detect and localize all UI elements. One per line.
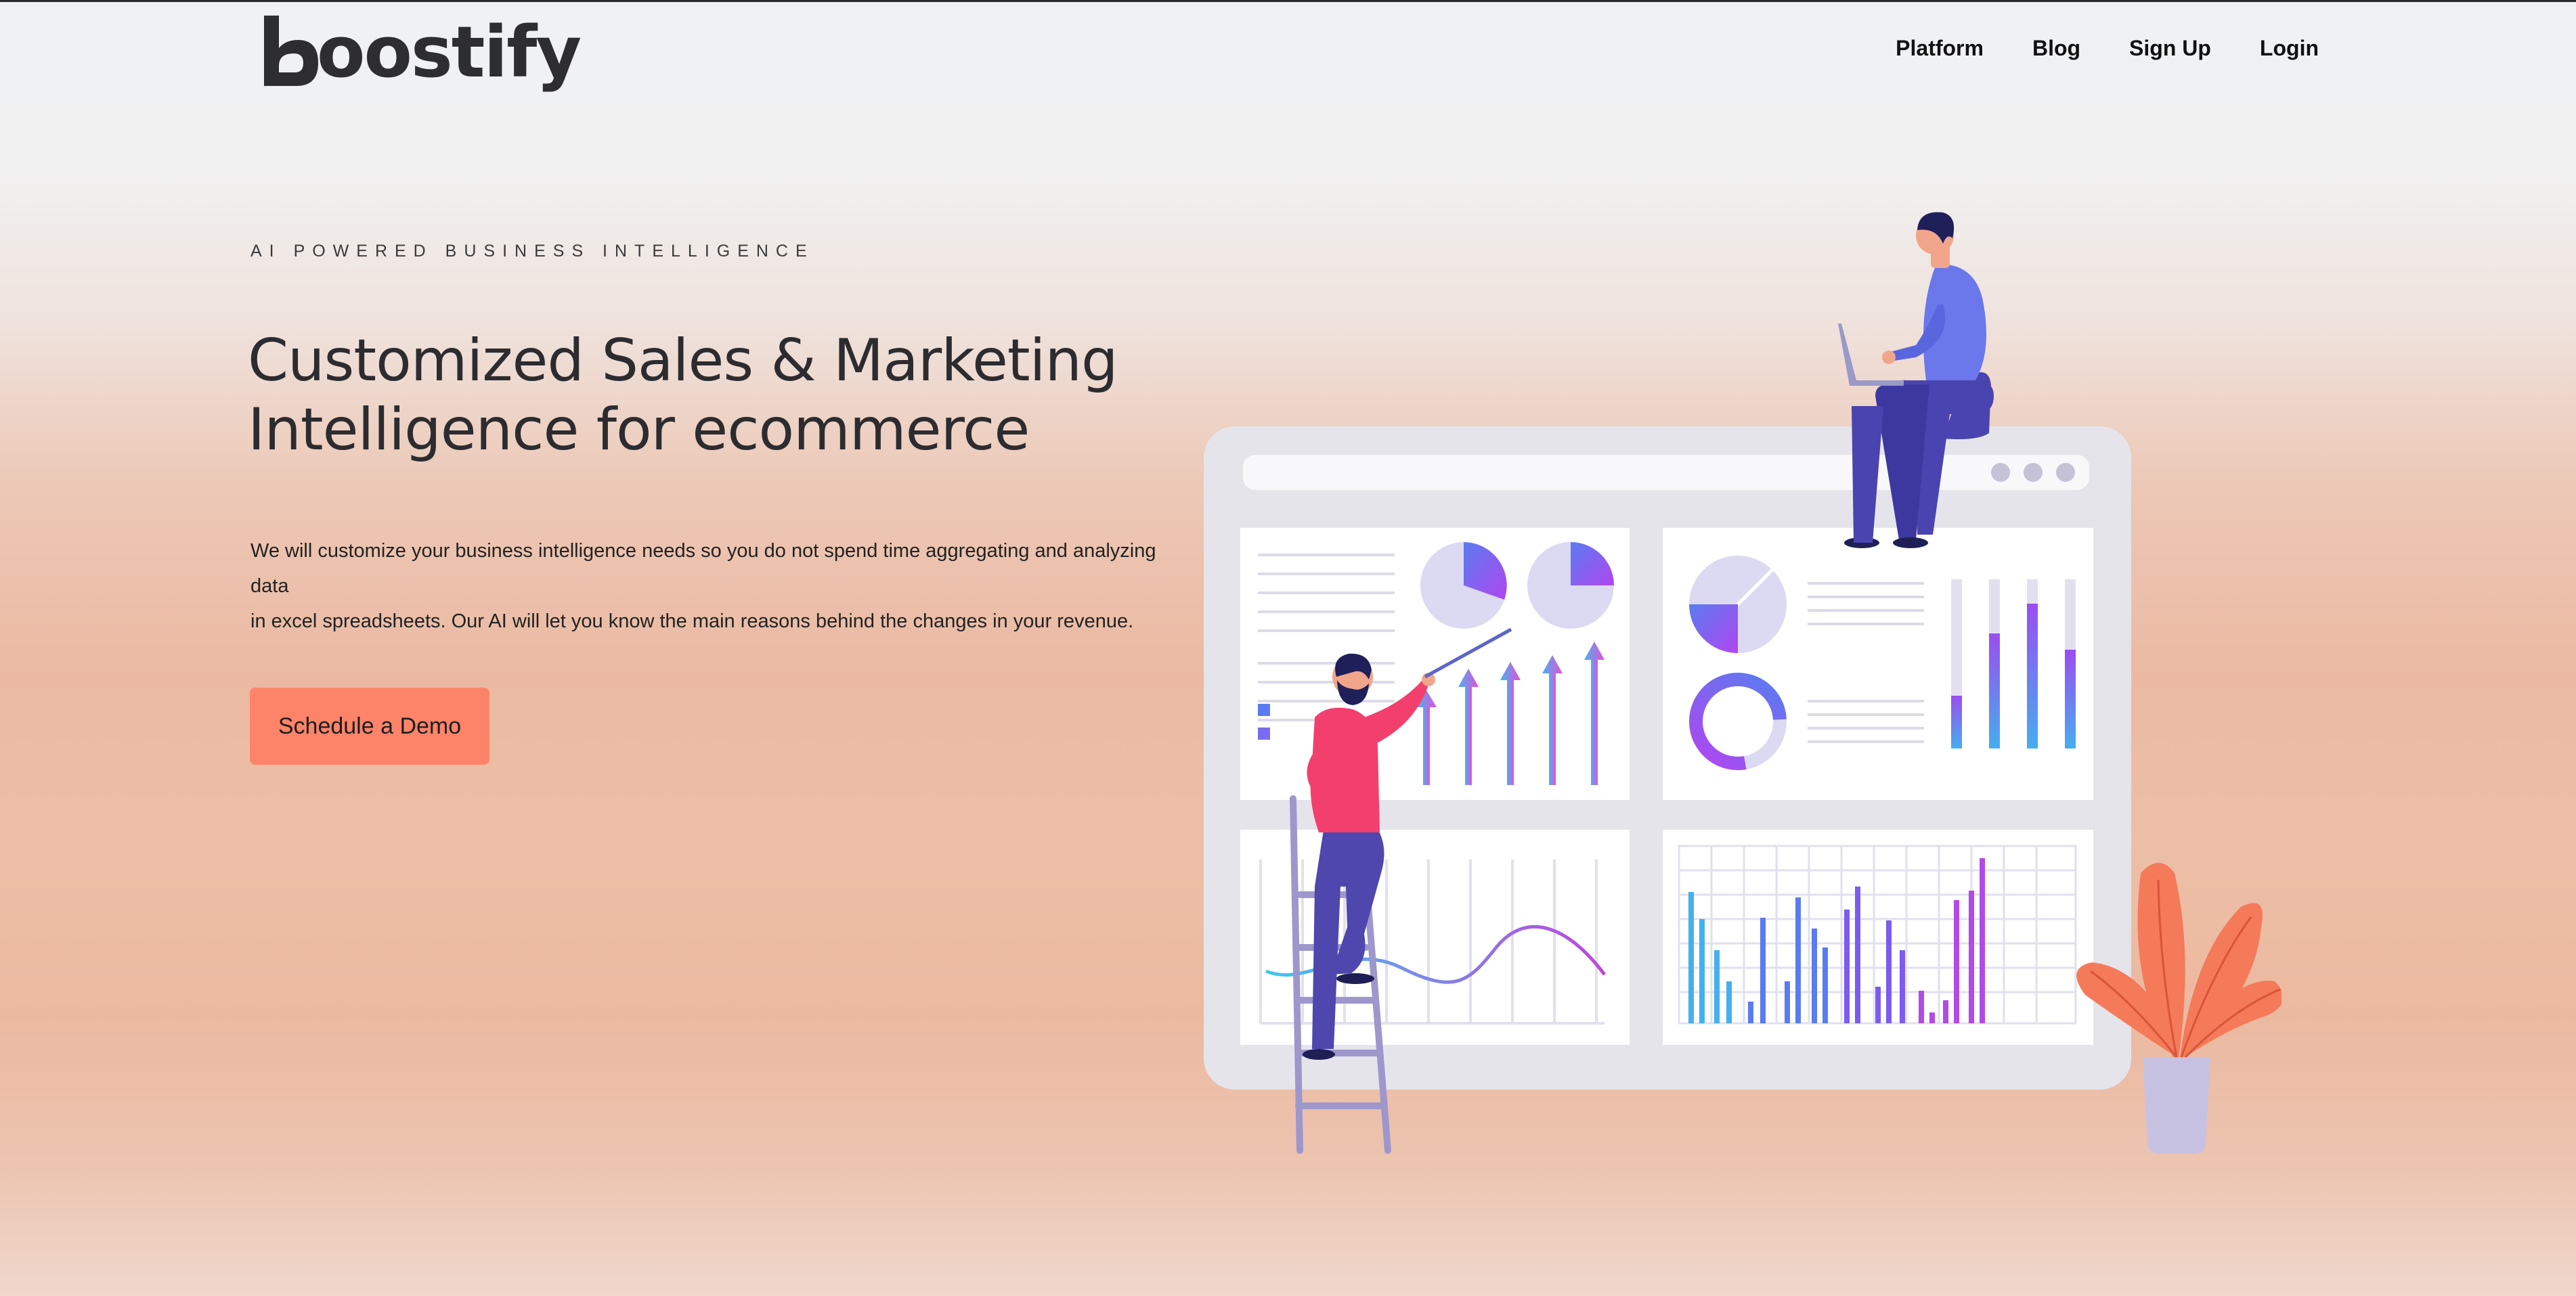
hero-eyebrow: AI POWERED BUSINESS INTELLIGENCE [250, 242, 814, 261]
description-line-1: We will customize your business intellig… [250, 540, 1156, 597]
logo-mark-icon [259, 13, 321, 87]
headline-line-2: Intelligence for ecommerce [248, 396, 1030, 464]
nav-blog[interactable]: Blog [2032, 36, 2080, 61]
panel-donut-bars [1663, 528, 2093, 800]
headline-line-1: Customized Sales & Marketing [248, 327, 1118, 395]
schedule-demo-button[interactable]: Schedule a Demo [250, 688, 489, 765]
dashboard-illustration [1204, 212, 2282, 1154]
nav-platform[interactable]: Platform [1896, 36, 1984, 61]
logo[interactable]: oostify [259, 6, 582, 93]
nav-login[interactable]: Login [2260, 36, 2319, 61]
site-header: oostify Platform Blog Sign Up Login [0, 2, 2576, 105]
hero-description: We will customize your business intellig… [250, 533, 1158, 639]
panel-pies-arrows [1240, 528, 1630, 800]
nav-sign-up[interactable]: Sign Up [2129, 36, 2211, 61]
description-line-2: in excel spreadsheets. Our AI will let y… [250, 610, 1134, 632]
hero-headline: Customized Sales & Marketing Intelligenc… [248, 326, 1196, 464]
logo-text: oostify [317, 11, 582, 93]
panel-grid-bars [1663, 830, 2093, 1045]
main-nav: Platform Blog Sign Up Login [1896, 36, 2319, 61]
